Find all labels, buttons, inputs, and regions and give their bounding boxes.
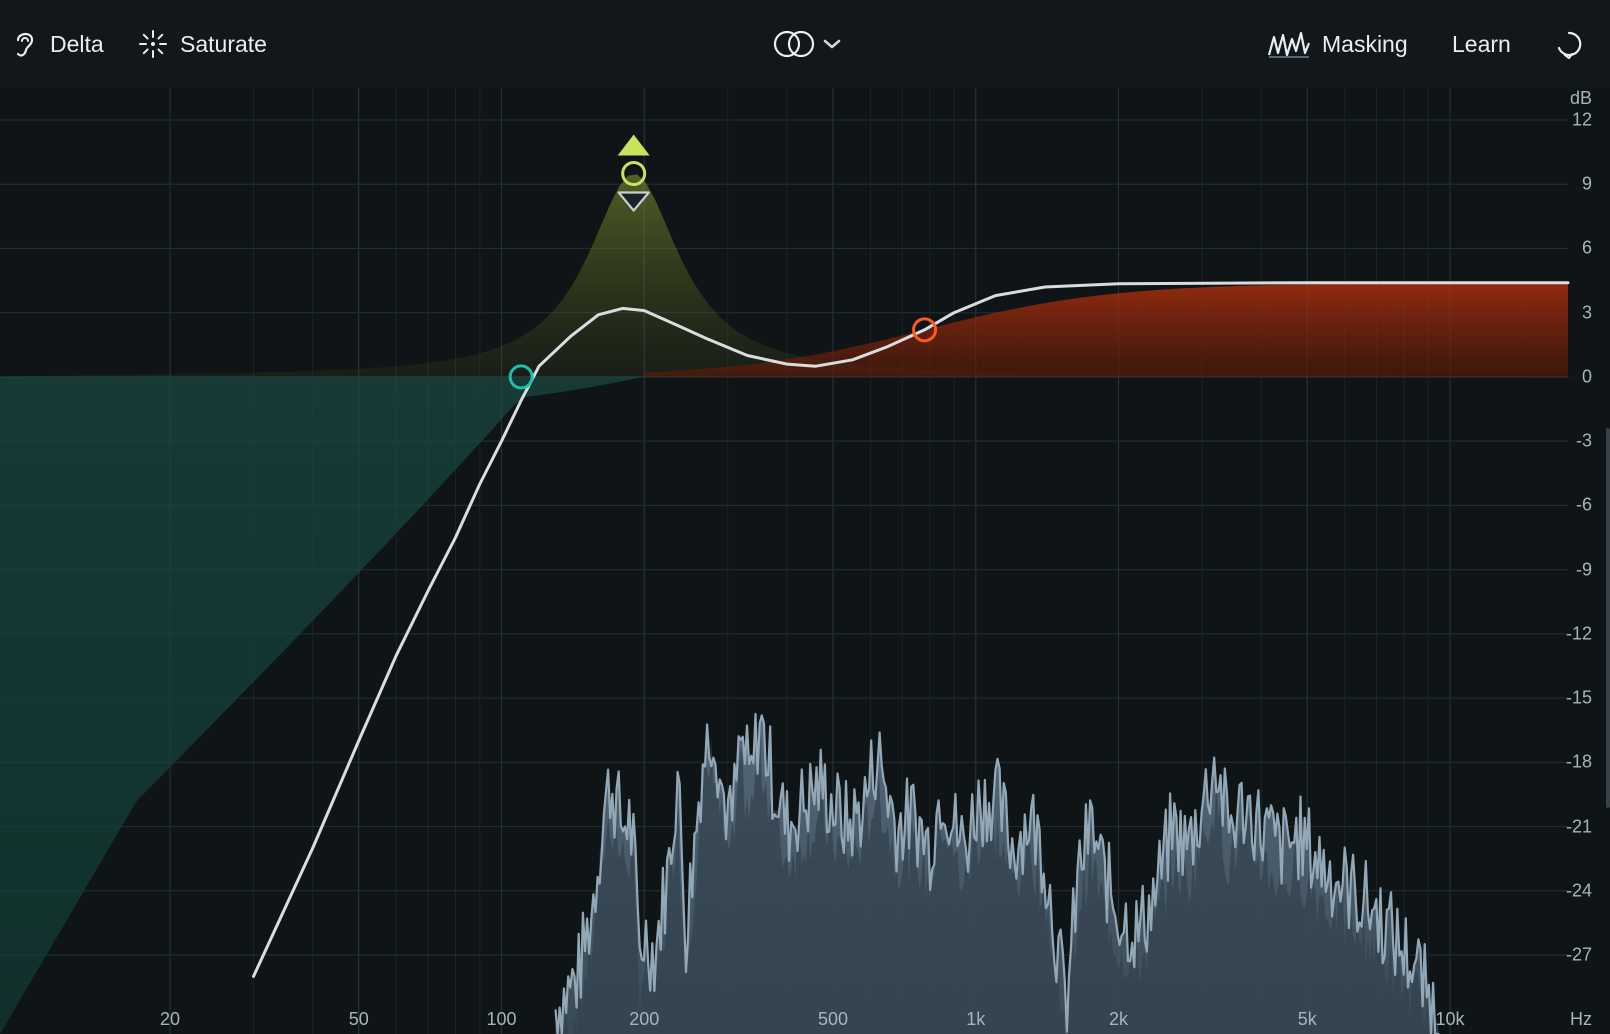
refresh-button[interactable] xyxy=(1554,22,1584,66)
chevron-down-icon xyxy=(822,37,842,51)
db-unit-label: dB xyxy=(1569,88,1592,108)
masking-label: Masking xyxy=(1322,30,1408,57)
saturate-button[interactable]: Saturate xyxy=(138,22,267,66)
db-tick-label: -6 xyxy=(1575,494,1592,515)
stereo-mode-selector[interactable] xyxy=(772,22,842,66)
hz-unit-label: Hz xyxy=(1570,1009,1592,1029)
hz-tick-label: 100 xyxy=(486,1009,517,1029)
hz-tick-label: 500 xyxy=(817,1009,848,1029)
gain-up-arrow-icon[interactable] xyxy=(617,134,650,156)
learn-button[interactable]: Learn xyxy=(1452,22,1511,66)
delta-button[interactable]: Delta xyxy=(12,22,104,66)
db-tick-label: -24 xyxy=(1565,880,1592,901)
db-tick-label: 6 xyxy=(1581,237,1592,258)
eq-display[interactable]: dB 12 9 6 3 0 -3 -6 -9 -12 -15 -18 -21 -24 -27 20 50 10… xyxy=(0,88,1610,1034)
db-tick-label: -18 xyxy=(1565,751,1592,772)
hz-tick-label: 20 xyxy=(159,1009,181,1029)
db-tick-label: -9 xyxy=(1575,559,1592,580)
delta-label: Delta xyxy=(50,30,104,57)
db-tick-label: 12 xyxy=(1571,109,1592,130)
hz-tick-label: 1k xyxy=(966,1009,986,1029)
stereo-link-icon xyxy=(772,28,816,60)
masking-waveform-icon xyxy=(1268,29,1310,59)
db-tick-label: -21 xyxy=(1565,816,1592,837)
hz-tick-label: 10k xyxy=(1435,1009,1465,1029)
db-tick-label: 9 xyxy=(1581,173,1592,194)
db-tick-label: 3 xyxy=(1581,302,1592,323)
vertical-scrollbar[interactable] xyxy=(1606,428,1610,808)
db-tick-label: -12 xyxy=(1565,623,1592,644)
hz-tick-label: 2k xyxy=(1108,1009,1129,1029)
sparkle-icon xyxy=(138,29,168,59)
db-tick-label: -15 xyxy=(1565,687,1592,708)
eq-graph[interactable] xyxy=(0,88,1610,1034)
refresh-icon xyxy=(1554,28,1584,60)
saturate-label: Saturate xyxy=(180,30,267,57)
toolbar: Delta Saturate Masking Learn xyxy=(0,0,1610,88)
masking-button[interactable]: Masking xyxy=(1268,22,1408,66)
hz-tick-label: 5k xyxy=(1297,1009,1317,1029)
ear-icon xyxy=(12,28,38,60)
db-tick-label: 0 xyxy=(1581,366,1592,387)
hz-tick-label: 50 xyxy=(348,1009,369,1029)
learn-label: Learn xyxy=(1452,30,1511,57)
db-tick-label: -3 xyxy=(1575,430,1592,451)
hz-tick-label: 200 xyxy=(629,1009,660,1029)
db-tick-label: -27 xyxy=(1565,944,1592,965)
